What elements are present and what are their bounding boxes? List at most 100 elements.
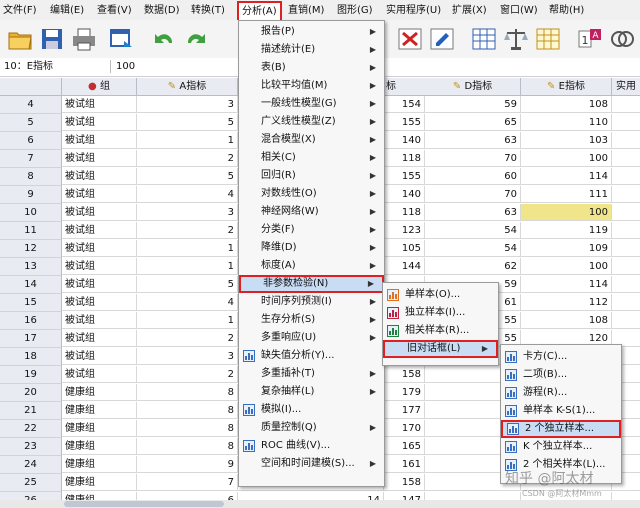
cell-d[interactable]: 59	[425, 96, 521, 113]
analyze-menu-item-19[interactable]: 多重插补(T) ▶	[239, 365, 384, 383]
cell-group[interactable]: 被试组	[62, 132, 137, 149]
cell-group[interactable]: 被试组	[62, 294, 137, 311]
legacy-menu-item-2[interactable]: 游程(R)...	[501, 384, 621, 402]
value-labels-icon[interactable]: 1A	[576, 25, 604, 53]
cell-c[interactable]: 147	[384, 492, 425, 500]
menu-8[interactable]: 实用程序(U)	[386, 3, 441, 18]
menu-5[interactable]: 分析(A)	[237, 1, 282, 22]
analyze-menu-item-24[interactable]: 空间和时间建模(S)... ▶	[239, 455, 384, 473]
nonparam-menu-item-0[interactable]: 单样本(O)...	[383, 286, 498, 304]
menu-2[interactable]: 查看(V)	[97, 3, 132, 18]
cell-next[interactable]	[612, 168, 640, 185]
cell-a[interactable]: 1	[137, 312, 238, 329]
cell-d[interactable]: 60	[425, 168, 521, 185]
row-number[interactable]: 15	[0, 294, 62, 312]
cell-e[interactable]: 109	[521, 240, 612, 257]
cell-a[interactable]: 4	[137, 186, 238, 203]
weight-cases-icon[interactable]	[502, 25, 530, 53]
nonparam-menu-item-1[interactable]: 独立样本(I)...	[383, 304, 498, 322]
cell-d[interactable]: 65	[425, 114, 521, 131]
row-number[interactable]: 4	[0, 96, 62, 114]
cell-a[interactable]: 3	[137, 348, 238, 365]
cell-next[interactable]	[612, 186, 640, 203]
dialog-recall-icon[interactable]	[108, 25, 136, 53]
cell-group[interactable]: 被试组	[62, 96, 137, 113]
cell-a[interactable]: 1	[137, 132, 238, 149]
cell-group[interactable]: 健康组	[62, 438, 137, 455]
legacy-menu-item-4[interactable]: 2 个独立样本...	[501, 420, 621, 438]
cell-group[interactable]: 健康组	[62, 384, 137, 401]
cell-a[interactable]: 8	[137, 384, 238, 401]
cell-e[interactable]: 114	[521, 168, 612, 185]
cell-group[interactable]: 健康组	[62, 402, 137, 419]
cell-a[interactable]: 8	[137, 420, 238, 437]
cell-a[interactable]: 6	[137, 492, 238, 500]
scrollbar-thumb[interactable]	[64, 501, 224, 507]
menu-9[interactable]: 扩展(X)	[452, 3, 487, 18]
cell-c[interactable]: 158	[384, 366, 425, 383]
cell-next[interactable]	[612, 132, 640, 149]
analyze-menu-item-7[interactable]: 相关(C) ▶	[239, 149, 384, 167]
cell-a[interactable]: 3	[137, 204, 238, 221]
row-number[interactable]: 23	[0, 438, 62, 456]
row-number[interactable]: 11	[0, 222, 62, 240]
cell-group[interactable]: 被试组	[62, 276, 137, 293]
cell-c[interactable]: 118	[384, 204, 425, 221]
cell-a[interactable]: 8	[137, 438, 238, 455]
analyze-menu-item-11[interactable]: 分类(F) ▶	[239, 221, 384, 239]
cell-d[interactable]	[425, 492, 521, 500]
cell-group[interactable]: 被试组	[62, 186, 137, 203]
row-number[interactable]: 24	[0, 456, 62, 474]
nonparam-menu-item-3[interactable]: 旧对话框(L) ▶	[383, 340, 498, 358]
row-number[interactable]: 25	[0, 474, 62, 492]
menu-6[interactable]: 直销(M)	[288, 3, 324, 18]
menu-1[interactable]: 编辑(E)	[50, 3, 84, 18]
row-number[interactable]: 22	[0, 420, 62, 438]
cell-c[interactable]: 118	[384, 150, 425, 167]
cell-e[interactable]: 100	[521, 258, 612, 275]
cell-c[interactable]: 154	[384, 96, 425, 113]
legacy-menu-item-3[interactable]: 单样本 K-S(1)...	[501, 402, 621, 420]
cell-e[interactable]: 111	[521, 186, 612, 203]
cell-e[interactable]: 103	[521, 132, 612, 149]
analyze-menu-item-18[interactable]: 缺失值分析(Y)...	[239, 347, 384, 365]
row-number[interactable]: 6	[0, 132, 62, 150]
cell-group[interactable]: 被试组	[62, 258, 137, 275]
cell-group[interactable]: 被试组	[62, 114, 137, 131]
cell-e[interactable]: 110	[521, 114, 612, 131]
column-header-partial-next[interactable]: 实用	[612, 78, 640, 96]
cell-a[interactable]: 2	[137, 330, 238, 347]
menu-0[interactable]: 文件(F)	[3, 3, 37, 18]
print-icon[interactable]	[70, 25, 98, 53]
analyze-menu-item-21[interactable]: 模拟(I)...	[239, 401, 384, 419]
analyze-menu-item-16[interactable]: 生存分析(S) ▶	[239, 311, 384, 329]
cell-group[interactable]: 被试组	[62, 330, 137, 347]
cell-group[interactable]: 被试组	[62, 168, 137, 185]
row-number[interactable]: 9	[0, 186, 62, 204]
cell-next[interactable]	[612, 312, 640, 329]
legacy-menu-item-5[interactable]: K 个独立样本...	[501, 438, 621, 456]
analyze-menu-item-0[interactable]: 报告(P) ▶	[239, 23, 384, 41]
cell-group[interactable]: 被试组	[62, 150, 137, 167]
redo-icon[interactable]	[182, 25, 210, 53]
cell-a[interactable]: 8	[137, 402, 238, 419]
menu-7[interactable]: 图形(G)	[337, 3, 373, 18]
menu-4[interactable]: 转换(T)	[191, 3, 225, 18]
cell-e[interactable]: 114	[521, 276, 612, 293]
row-number[interactable]: 19	[0, 366, 62, 384]
cell-a[interactable]: 5	[137, 276, 238, 293]
cell-next[interactable]	[612, 222, 640, 239]
cell-a[interactable]: 4	[137, 294, 238, 311]
analyze-menu-item-3[interactable]: 比较平均值(M) ▶	[239, 77, 384, 95]
cell-a[interactable]: 2	[137, 150, 238, 167]
row-number[interactable]: 7	[0, 150, 62, 168]
corner-header[interactable]	[0, 78, 62, 96]
menu-10[interactable]: 窗口(W)	[500, 3, 538, 18]
cell-c[interactable]: 161	[384, 456, 425, 473]
cell-group[interactable]: 健康组	[62, 492, 137, 500]
cell-next[interactable]	[612, 258, 640, 275]
cell-e[interactable]: 108	[521, 96, 612, 113]
cell-next[interactable]	[612, 150, 640, 167]
cell-a[interactable]: 5	[137, 168, 238, 185]
analyze-menu-item-17[interactable]: 多重响应(U) ▶	[239, 329, 384, 347]
